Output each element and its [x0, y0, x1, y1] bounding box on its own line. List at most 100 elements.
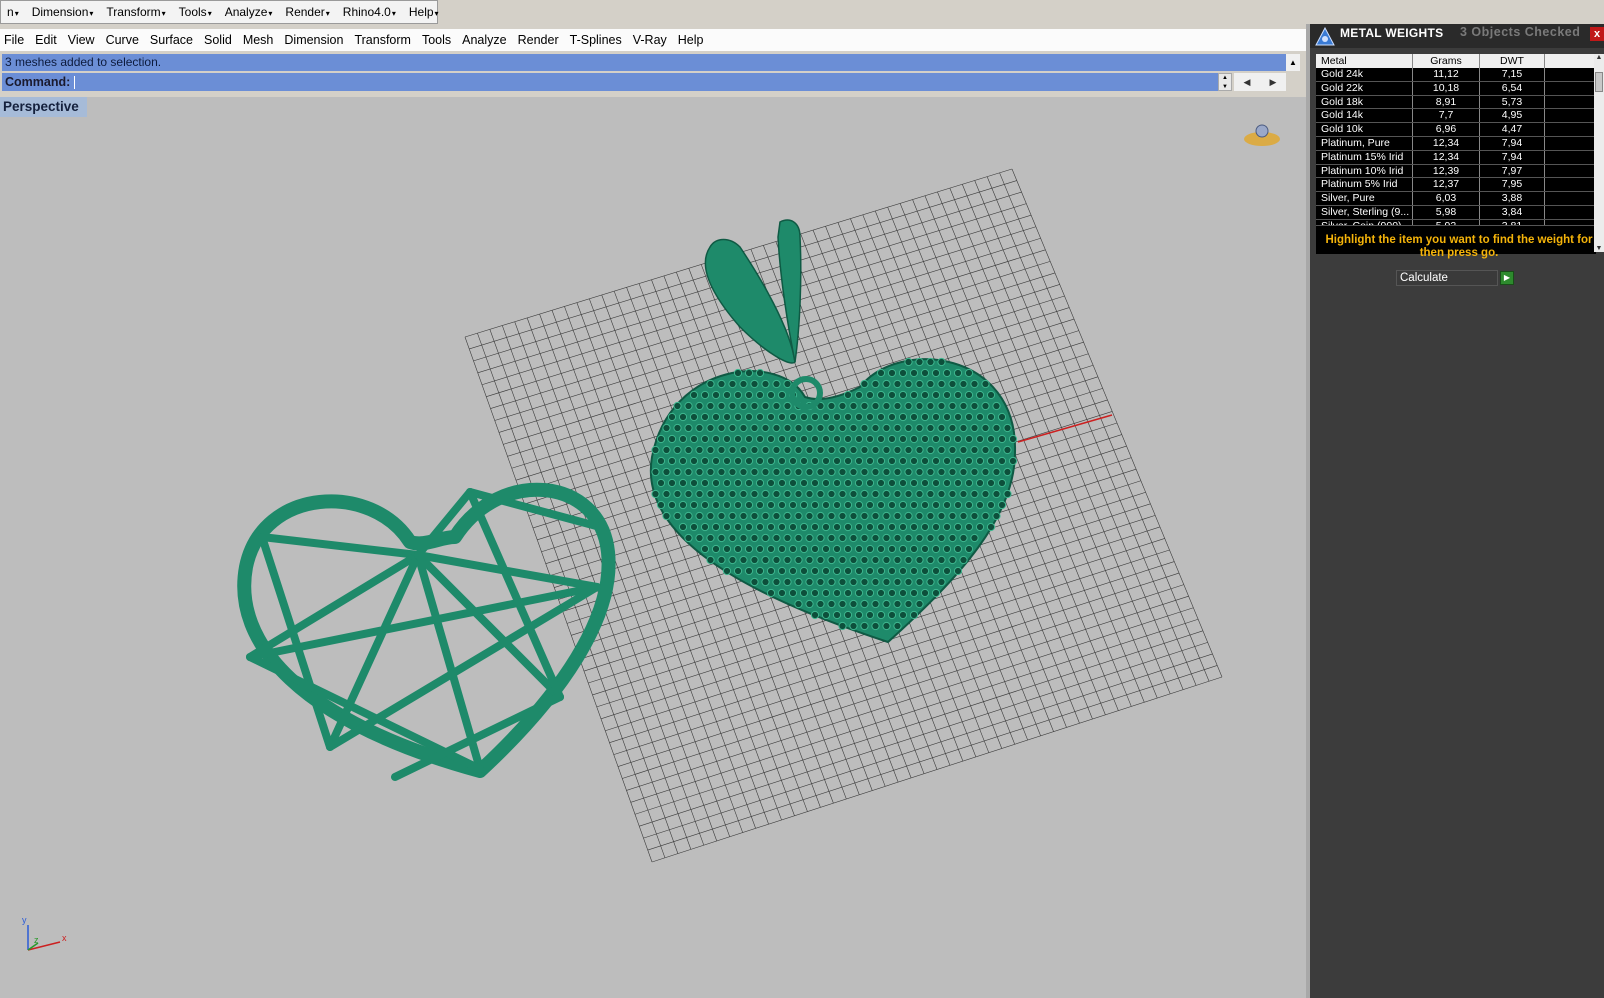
pave-stone — [893, 379, 902, 389]
menu-solid[interactable]: Solid — [200, 33, 239, 47]
pave-stone — [667, 412, 677, 422]
table-scrollbar[interactable]: ▲ ▼ — [1594, 54, 1604, 252]
pave-stone — [783, 533, 792, 543]
toolbar-menu-help[interactable]: Help▾ — [403, 5, 446, 19]
toolbar-menu-render[interactable]: Render▾ — [279, 5, 336, 19]
menu-mesh[interactable]: Mesh — [239, 33, 281, 47]
pave-stone — [717, 489, 726, 499]
pave-stone — [876, 610, 886, 620]
menu-render[interactable]: Render — [514, 33, 566, 47]
pave-stone — [942, 412, 952, 422]
close-icon[interactable]: x — [1590, 27, 1604, 41]
menu-curve[interactable]: Curve — [102, 33, 146, 47]
menu-tsplines[interactable]: T-Splines — [566, 33, 629, 47]
pave-stone — [827, 577, 836, 587]
pave-stone — [948, 445, 957, 455]
menu-vray[interactable]: V-Ray — [629, 33, 674, 47]
toolbar-menu-transform[interactable]: Transform▾ — [100, 5, 172, 19]
pave-stone — [898, 588, 908, 598]
toolbar-menu-item-partial[interactable]: n▾ — [1, 5, 26, 19]
perspective-viewport[interactable]: Perspective y z x — [0, 97, 1306, 998]
menu-view[interactable]: View — [64, 33, 102, 47]
pave-stone — [854, 500, 864, 510]
table-row[interactable]: Gold 10k 6,96 4,47 — [1316, 123, 1596, 137]
pave-stone — [838, 621, 847, 631]
menu-analyze[interactable]: Analyze — [458, 33, 513, 47]
table-row[interactable]: Gold 14k 7,7 4,95 — [1316, 109, 1596, 124]
cell-spacer — [1545, 123, 1596, 136]
cell-metal: Gold 18k — [1316, 95, 1413, 109]
table-row[interactable]: Gold 24k 11,12 7,15 — [1316, 68, 1596, 82]
command-history-scrollbar[interactable]: ▲ — [1286, 54, 1300, 71]
pave-stone — [876, 522, 886, 532]
pave-stone — [827, 533, 836, 543]
pave-stone — [871, 401, 880, 411]
pave-stone — [783, 423, 792, 433]
pave-stone — [1008, 456, 1018, 466]
cell-spacer — [1545, 150, 1596, 164]
menu-edit[interactable]: Edit — [31, 33, 64, 47]
wireframe-heart-model[interactable] — [237, 482, 616, 781]
table-row[interactable]: Platinum 5% Irid 12,37 7,95 — [1316, 178, 1596, 193]
cell-spacer — [1545, 178, 1596, 192]
table-row[interactable]: Gold 18k 8,91 5,73 — [1316, 95, 1596, 110]
pave-stone — [755, 566, 765, 576]
scrollbar-thumb[interactable] — [1595, 72, 1603, 92]
pave-stone — [931, 368, 941, 378]
pave-stone — [750, 423, 759, 433]
pave-stone — [810, 478, 820, 488]
pave-stone — [816, 467, 825, 477]
menu-dimension[interactable]: Dimension — [280, 33, 350, 47]
table-row[interactable]: Platinum 15% Irid 12,34 7,94 — [1316, 150, 1596, 165]
menu-surface[interactable]: Surface — [146, 33, 200, 47]
arrow-left-icon[interactable]: ◀ — [1244, 77, 1251, 88]
pave-stone — [942, 522, 952, 532]
pave-stone — [706, 533, 715, 543]
pave-stone — [761, 467, 770, 477]
table-row[interactable]: Silver, Pure 6,03 3,88 — [1316, 192, 1596, 206]
toolbar-menu-rhino4[interactable]: Rhino4.0▾ — [337, 5, 403, 19]
pave-stone — [722, 566, 732, 576]
menu-tools[interactable]: Tools — [418, 33, 458, 47]
column-header-metal[interactable]: Metal — [1316, 54, 1413, 68]
pave-stone — [904, 379, 913, 389]
cell-metal: Silver, Coin (900) — [1316, 219, 1413, 225]
menu-transform[interactable]: Transform — [350, 33, 418, 47]
pave-stone — [733, 412, 743, 422]
toolbar-menu-dimension[interactable]: Dimension▾ — [26, 5, 101, 19]
pave-stone — [733, 544, 743, 554]
pave-stone — [926, 379, 935, 389]
pave-stone — [876, 368, 886, 378]
cell-dwt: 3,84 — [1480, 205, 1545, 219]
toolbar-menu-tools[interactable]: Tools▾ — [173, 5, 219, 19]
table-row[interactable]: Silver, Coin (900) 5,92 3,81 — [1316, 219, 1596, 226]
table-row[interactable]: Gold 22k 10,18 6,54 — [1316, 81, 1596, 96]
view-gizmo-icon[interactable] — [1244, 124, 1280, 146]
grid-line — [647, 665, 1218, 851]
column-header-grams[interactable]: Grams — [1413, 54, 1480, 68]
pave-stone — [898, 412, 908, 422]
pave-stone — [667, 434, 677, 444]
toolbar-menu-label: Help — [408, 5, 434, 19]
menu-file[interactable]: File — [0, 33, 31, 47]
pave-stone — [876, 478, 886, 488]
metal-weights-table[interactable]: Metal Grams DWT Gold 24k 11,12 7,15 Gold 22… — [1316, 54, 1596, 254]
column-header-dwt[interactable]: DWT — [1480, 54, 1545, 68]
pave-stone — [986, 434, 996, 444]
pave-stone — [942, 368, 952, 378]
calculate-select[interactable]: Calculate — [1396, 270, 1498, 286]
cell-metal: Gold 10k — [1316, 123, 1413, 136]
pave-stone — [684, 533, 693, 543]
toolbar-menu-analyze[interactable]: Analyze▾ — [219, 5, 280, 19]
go-button[interactable]: ▶ — [1500, 271, 1514, 285]
viewport-title-tab[interactable]: Perspective — [0, 97, 87, 117]
command-input[interactable]: Command: — [2, 73, 1218, 91]
menu-help[interactable]: Help — [674, 33, 711, 47]
command-spinner[interactable]: ▲ ▼ — [1218, 73, 1232, 91]
table-row[interactable]: Platinum 10% Irid 12,39 7,97 — [1316, 164, 1596, 179]
table-row[interactable]: Silver, Sterling (9... 5,98 3,84 — [1316, 205, 1596, 220]
pave-stone — [821, 456, 831, 466]
arrow-right-icon[interactable]: ▶ — [1270, 77, 1277, 88]
x-axis-line — [1017, 414, 1113, 443]
table-row[interactable]: Platinum, Pure 12,34 7,94 — [1316, 136, 1596, 151]
